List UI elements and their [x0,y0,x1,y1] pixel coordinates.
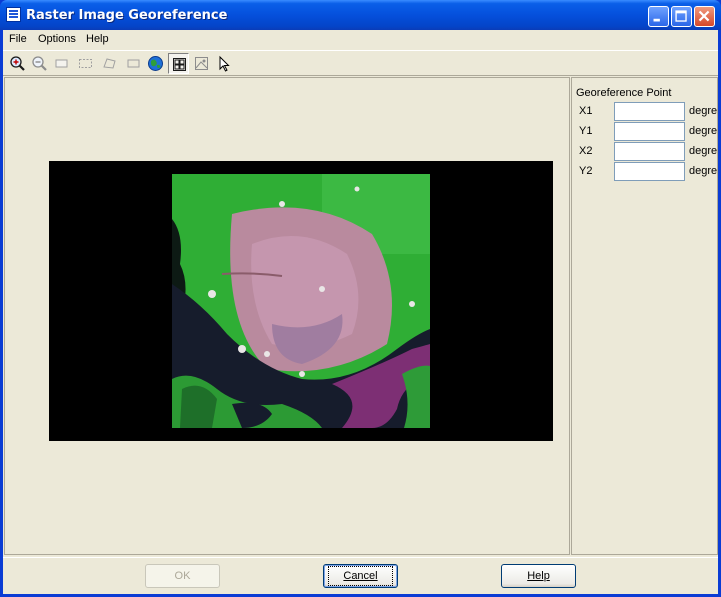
rectangle-button[interactable] [51,53,72,74]
dashed-rectangle-button[interactable] [75,53,96,74]
close-button[interactable] [694,6,715,27]
x2-unit: degrees [689,145,718,157]
y2-label: Y2 [579,165,593,177]
polygon-icon [103,58,116,69]
title-bar[interactable]: Raster Image Georeference [0,0,721,30]
cancel-label: Cancel [343,570,378,582]
globe-button[interactable] [145,53,166,74]
menu-options[interactable]: Options [38,33,76,45]
cancel-button[interactable]: Cancel [323,564,398,588]
help-label: Help [527,570,550,582]
zoom-in-button[interactable] [7,53,28,74]
zoom-out-icon [32,56,47,71]
grid-button[interactable] [168,53,189,74]
georeference-point-title: Georeference Point [576,87,672,99]
image-icon [195,57,208,70]
app-window: Raster Image Georeference File Options H… [0,0,721,597]
x2-label: X2 [579,145,593,157]
x1-label: X1 [579,105,593,117]
globe-icon [148,56,163,71]
raster-canvas[interactable] [49,161,553,441]
y1-label: Y1 [579,125,593,137]
client-area: File Options Help Georeference Point X1 … [3,30,718,594]
satellite-image[interactable] [172,174,430,428]
ok-label: OK [174,570,191,582]
minimize-button[interactable] [648,6,669,27]
image-view-panel[interactable] [4,77,570,555]
x1-unit: degrees [689,105,718,117]
zoom-in-icon [10,56,25,71]
dashed-rectangle-icon [79,59,92,68]
y2-input[interactable] [614,162,685,181]
y1-unit: degrees [689,125,718,137]
close-icon [698,10,710,22]
y1-input[interactable] [614,122,685,141]
minimize-icon [653,18,660,22]
x1-input[interactable] [614,102,685,121]
window-title: Raster Image Georeference [26,8,228,23]
zoom-out-button[interactable] [29,53,50,74]
rectangle-outline-icon [127,59,140,68]
georeference-panel: Georeference Point X1 degrees Y1 degrees… [571,77,718,555]
satellite-image-graphic [172,174,430,428]
menu-file[interactable]: File [9,33,27,45]
rectangle-icon [55,59,68,68]
button-bar: OK Cancel Help [3,557,718,595]
polygon-button[interactable] [99,53,120,74]
menu-help[interactable]: Help [86,33,109,45]
y2-unit: degrees [689,165,718,177]
rectangle-outline-button[interactable] [123,53,144,74]
maximize-icon [675,10,687,22]
arrow-pointer-icon [219,55,230,72]
menu-bar: File Options Help [3,30,718,49]
image-button[interactable] [191,53,212,74]
x2-input[interactable] [614,142,685,161]
grid-icon [173,58,186,71]
maximize-button[interactable] [671,6,692,27]
help-button[interactable]: Help [501,564,576,588]
toolbar [3,50,718,76]
pointer-button[interactable] [214,53,235,74]
ok-button[interactable]: OK [145,564,220,588]
app-icon [6,7,21,22]
